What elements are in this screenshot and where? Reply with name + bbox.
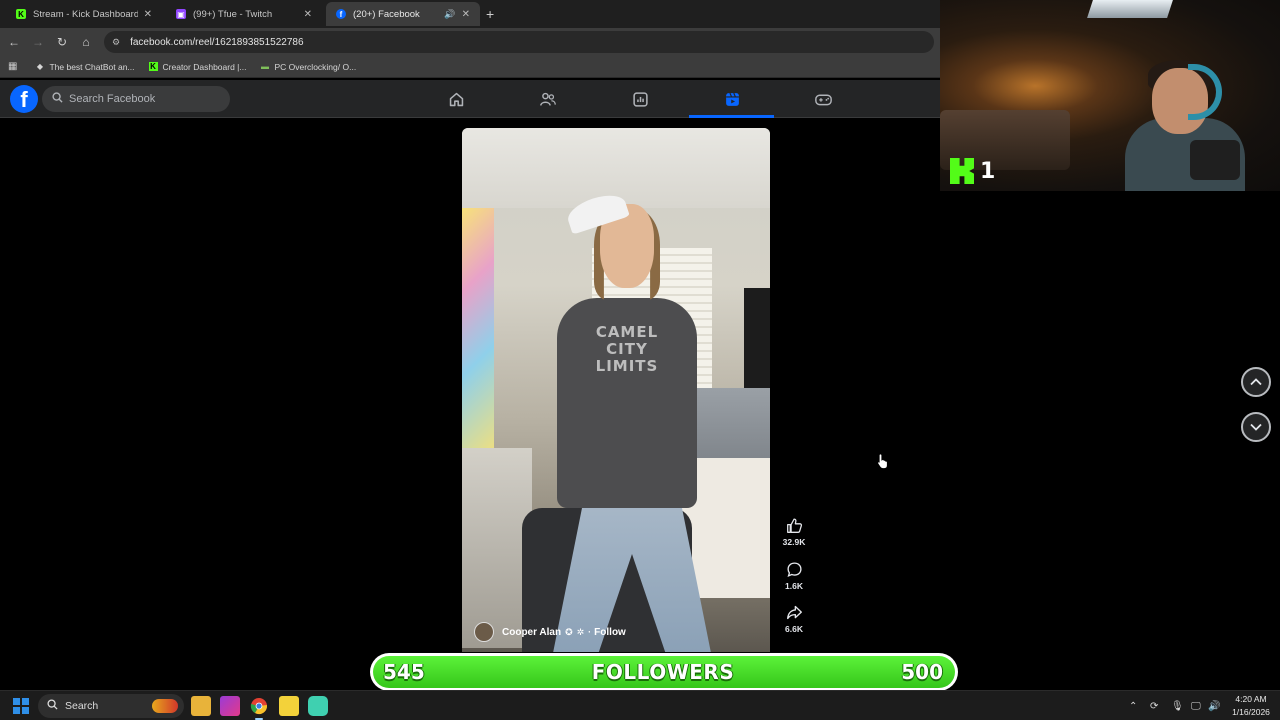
creator-name[interactable]: Cooper Alan [502, 627, 561, 638]
followers-label: FOLLOWERS [591, 660, 735, 684]
follow-button[interactable]: Follow [594, 627, 626, 638]
apps-grid-icon[interactable]: ▦ [8, 61, 17, 72]
streamer-webcam: 1 [940, 0, 1280, 191]
chrome-icon[interactable] [249, 696, 269, 720]
app-icon[interactable] [220, 696, 240, 716]
chevron-up-icon [1250, 378, 1262, 386]
sticky-notes-icon[interactable] [279, 696, 299, 716]
reel-creator: Cooper Alan ✪ ✲ · Follow [474, 622, 626, 642]
search-icon [47, 699, 58, 713]
volume-icon[interactable]: 🔊 [1208, 691, 1220, 720]
twitch-icon: ▣ [176, 9, 186, 19]
tab-facebook[interactable]: f (20+) Facebook 🔊 ✕ [326, 2, 480, 26]
tray-overflow-icon[interactable]: ⌃ [1129, 691, 1137, 720]
chatbot-icon: ◆ [36, 62, 44, 71]
browser-tab-bar: K Stream - Kick Dashboard ✕ ▣ (99+) Tfue… [0, 0, 940, 28]
microphone [1190, 140, 1240, 180]
previous-reel-button[interactable] [1241, 367, 1271, 397]
chevron-down-icon [1250, 423, 1262, 431]
system-clock[interactable]: 4:20 AM 1/16/2026 [1226, 693, 1276, 719]
pc-icon: ▬ [260, 62, 269, 71]
streaming-app-icon[interactable] [308, 696, 328, 716]
dashboard-icon[interactable] [630, 89, 650, 109]
facebook-search-input[interactable]: Search Facebook [42, 86, 230, 112]
forward-button[interactable]: → [26, 35, 50, 49]
followers-goal-bar: 545 FOLLOWERS 500 [370, 653, 958, 691]
tab-kick-dashboard[interactable]: K Stream - Kick Dashboard ✕ [6, 2, 162, 26]
active-tab-indicator [689, 115, 774, 118]
close-icon[interactable]: ✕ [462, 9, 470, 20]
bookmark-chatbot[interactable]: ◆ The best ChatBot an... [35, 62, 135, 72]
bookmarks-bar: ▦ ◆ The best ChatBot an... K Creator Das… [0, 56, 940, 78]
tab-title: Stream - Kick Dashboard [33, 8, 138, 20]
close-icon[interactable]: ✕ [144, 9, 152, 20]
hand-cursor-icon [877, 453, 889, 474]
facebook-logo[interactable]: f [10, 85, 38, 113]
comment-count: 1.6K [785, 581, 803, 591]
home-icon[interactable] [446, 89, 466, 109]
next-reel-button[interactable] [1241, 412, 1271, 442]
facebook-header: f Search Facebook [0, 80, 940, 118]
gaming-icon[interactable] [813, 89, 833, 109]
search-highlight-icon [152, 699, 178, 713]
kick-logo-icon [950, 158, 974, 184]
reel-video[interactable]: CAMEL CITY LIMITS Cooper Alan ✪ ✲ · Foll… [462, 128, 770, 652]
like-count: 32.9K [782, 537, 806, 547]
new-tab-button[interactable]: + [486, 6, 494, 22]
tab-title: (20+) Facebook [353, 8, 420, 20]
search-icon [52, 92, 63, 106]
back-button[interactable]: ← [2, 35, 26, 49]
tab-title: (99+) Tfue - Twitch [193, 8, 273, 20]
browser-toolbar: ← → ↻ ⌂ ⚙ facebook.com/reel/162189385152… [0, 28, 940, 56]
thumbs-up-icon [786, 518, 802, 533]
headset [1188, 64, 1222, 120]
followers-current: 545 [383, 660, 425, 684]
site-info-icon[interactable]: ⚙ [112, 37, 120, 48]
share-icon [786, 605, 802, 620]
share-count: 6.6K [785, 624, 803, 634]
facebook-icon: f [336, 9, 346, 19]
gear-icon: ✲ [576, 626, 585, 637]
sync-icon[interactable]: ⟳ [1150, 691, 1158, 720]
tab-twitch[interactable]: ▣ (99+) Tfue - Twitch ✕ [166, 2, 322, 26]
like-button[interactable]: 32.9K [778, 517, 810, 547]
windows-start-button[interactable] [13, 698, 29, 714]
share-button[interactable]: 6.6K [778, 604, 810, 634]
bookmark-pc-overclocking[interactable]: ▬ PC Overclocking/ O... [260, 62, 356, 72]
verified-icon: ✪ [565, 626, 573, 637]
speaker-icon[interactable]: 🔊 [444, 9, 455, 20]
kick-icon: K [148, 62, 158, 71]
taskbar-search[interactable]: Search [38, 694, 184, 718]
bookmark-creator-dashboard[interactable]: K Creator Dashboard |... [148, 62, 246, 72]
kick-viewer-count: 1 [950, 158, 995, 184]
windows-taskbar: Search ⌃ ⟳ 🎙 🖵 🔊 4:20 AM 1/16/2026 [0, 690, 1280, 720]
network-icon[interactable]: 🖵 [1191, 691, 1201, 720]
url-text: facebook.com/reel/1621893851522786 [130, 36, 304, 48]
reload-button[interactable]: ↻ [50, 35, 74, 49]
comment-icon [786, 562, 802, 578]
reels-icon[interactable] [722, 89, 742, 109]
followers-goal: 500 [901, 660, 943, 684]
close-icon[interactable]: ✕ [304, 9, 312, 20]
home-button[interactable]: ⌂ [74, 35, 98, 49]
kick-icon: K [16, 9, 26, 19]
address-bar[interactable]: ⚙ facebook.com/reel/1621893851522786 [104, 31, 934, 53]
comment-button[interactable]: 1.6K [778, 561, 810, 591]
avatar[interactable] [474, 622, 494, 642]
microphone-icon[interactable]: 🎙 [1171, 691, 1184, 720]
screen: K Stream - Kick Dashboard ✕ ▣ (99+) Tfue… [0, 0, 1280, 720]
file-explorer-icon[interactable] [191, 696, 211, 716]
shirt-print: CAMEL CITY LIMITS [595, 323, 659, 375]
friends-icon[interactable] [538, 89, 558, 109]
